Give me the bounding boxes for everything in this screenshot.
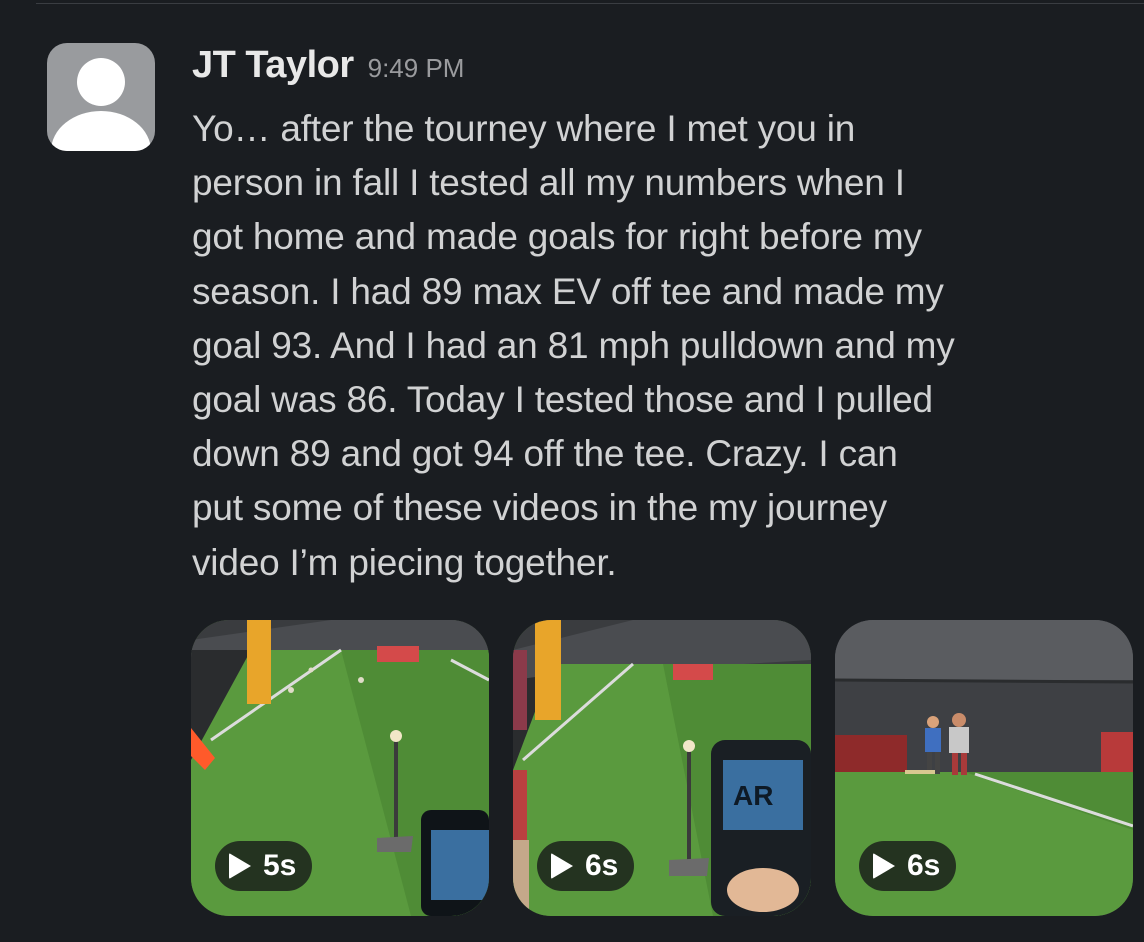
message-line: put some of these videos in the my journ… [192,487,887,529]
video-thumbnail[interactable]: AR 6s [513,620,811,916]
message: JT Taylor 9:49 PM Yo… after the tourney … [192,44,1132,590]
play-icon [551,853,573,879]
message-header: JT Taylor 9:49 PM [192,44,1132,102]
video-duration-badge: 6s [537,841,635,891]
avatar[interactable] [47,43,155,151]
video-duration: 6s [585,849,619,882]
video-attachments: 5s AR 6s 6s [191,620,1133,916]
message-divider [36,3,1144,4]
message-line: season. I had 89 max EV off tee and made… [192,270,944,312]
video-duration: 5s [263,849,297,882]
message-line: Yo… after the tourney where I met you in [192,108,856,149]
message-text: Yo… after the tourney where I met you in… [192,102,1122,590]
play-icon [229,853,251,879]
video-duration: 6s [907,849,941,882]
author-name[interactable]: JT Taylor [192,44,354,87]
video-thumbnail[interactable]: 5s [191,620,489,916]
message-timestamp[interactable]: 9:49 PM [368,53,465,84]
message-line: person in fall I tested all my numbers w… [192,162,905,204]
message-line: goal 93. And I had an 81 mph pulldown an… [192,324,955,366]
svg-text:AR: AR [733,780,773,811]
message-line: video I’m piecing together. [192,541,617,583]
video-duration-badge: 6s [859,841,957,891]
play-icon [873,853,895,879]
user-silhouette-icon [51,58,151,151]
video-duration-badge: 5s [215,841,313,891]
message-line: down 89 and got 94 off the tee. Crazy. I… [192,433,898,475]
video-thumbnail[interactable]: 6s [835,620,1133,916]
message-line: got home and made goals for right before… [192,216,922,258]
message-line: goal was 86. Today I tested those and I … [192,379,933,421]
